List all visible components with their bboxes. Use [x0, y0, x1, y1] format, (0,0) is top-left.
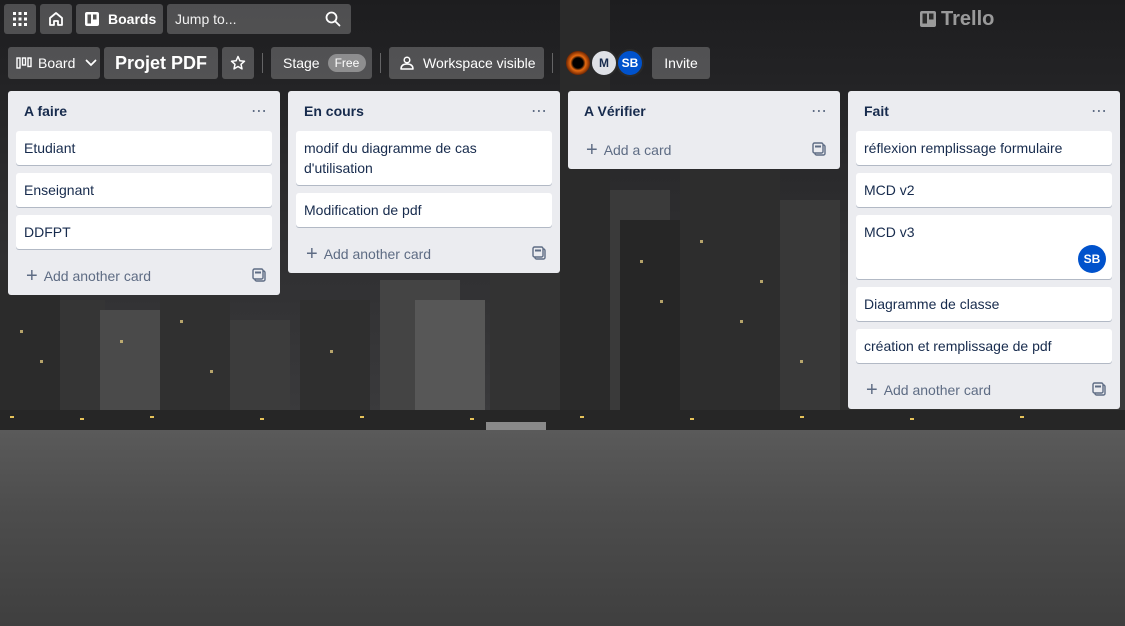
list-title[interactable]: A faire	[24, 103, 67, 119]
workspace-visibility-button[interactable]: Workspace visible	[389, 47, 544, 79]
grid-icon	[13, 12, 27, 26]
free-badge: Free	[327, 54, 367, 72]
board-view-icon	[16, 57, 32, 69]
card[interactable]: Modification de pdf	[296, 193, 552, 227]
star-board-button[interactable]	[222, 47, 254, 79]
add-card-button[interactable]: + Add another card	[8, 257, 280, 295]
trello-logo[interactable]: Trello	[920, 8, 994, 30]
board-view-label: Board	[38, 55, 76, 71]
member-avatar-m[interactable]: M	[590, 49, 618, 77]
plus-icon: +	[26, 265, 38, 287]
card-template-icon[interactable]	[532, 246, 546, 260]
list-header[interactable]: A Vérifier ⋯	[568, 91, 840, 131]
stage-label: Stage	[283, 55, 320, 71]
more-options-icon[interactable]: ⋯	[1091, 101, 1108, 121]
header-divider	[552, 53, 553, 73]
people-icon	[400, 56, 414, 70]
boards-button[interactable]: Boards	[76, 4, 163, 34]
list-header[interactable]: En cours ⋯	[288, 91, 560, 131]
member-avatar-sb[interactable]: SB	[616, 49, 644, 77]
more-options-icon[interactable]: ⋯	[531, 101, 548, 121]
visibility-label: Workspace visible	[423, 55, 536, 71]
add-card-label: Add another card	[883, 382, 992, 398]
list-fait: Fait ⋯ réflexion remplissage formulaire …	[848, 91, 1120, 409]
list-title[interactable]: Fait	[864, 103, 889, 119]
card[interactable]: Etudiant	[16, 131, 272, 165]
board-view-switcher[interactable]: Board	[8, 47, 100, 79]
home-button[interactable]	[40, 4, 72, 34]
search-input[interactable]	[175, 11, 315, 27]
background-water	[0, 430, 1125, 626]
boards-label: Boards	[108, 11, 157, 27]
chevron-down-icon	[85, 59, 97, 67]
trello-logo-icon	[920, 11, 936, 27]
plus-icon: +	[866, 379, 878, 401]
card-title: MCD v3	[864, 224, 915, 240]
list-en-cours: En cours ⋯ modif du diagramme de cas d'u…	[288, 91, 560, 273]
card[interactable]: Enseignant	[16, 173, 272, 207]
more-options-icon[interactable]: ⋯	[251, 101, 268, 121]
add-card-button[interactable]: + Add a card	[568, 131, 840, 169]
list-a-verifier: A Vérifier ⋯ + Add a card	[568, 91, 840, 169]
card[interactable]: Diagramme de classe	[856, 287, 1112, 321]
search-icon[interactable]	[325, 11, 341, 27]
card-template-icon[interactable]	[252, 268, 266, 282]
list-title[interactable]: En cours	[304, 103, 364, 119]
header-divider	[262, 53, 263, 73]
board-icon	[85, 12, 99, 26]
search-box[interactable]	[167, 4, 351, 34]
card[interactable]: MCD v3 SB	[856, 215, 1112, 279]
header-divider	[380, 53, 381, 73]
add-card-label: Add another card	[43, 268, 152, 284]
apps-switcher-button[interactable]	[4, 4, 36, 34]
star-icon	[230, 55, 246, 70]
member-avatar-photo[interactable]	[564, 49, 592, 77]
card-template-icon[interactable]	[1092, 382, 1106, 396]
invite-button[interactable]: Invite	[652, 47, 710, 79]
card-template-icon[interactable]	[812, 142, 826, 156]
more-options-icon[interactable]: ⋯	[811, 101, 828, 121]
card[interactable]: création et remplissage de pdf	[856, 329, 1112, 363]
brand-name: Trello	[941, 7, 995, 30]
plus-icon: +	[306, 243, 318, 265]
add-card-button[interactable]: + Add another card	[848, 371, 1120, 409]
card-member-avatar[interactable]: SB	[1078, 245, 1106, 273]
plus-icon: +	[586, 139, 598, 161]
card[interactable]: modif du diagramme de cas d'utilisation	[296, 131, 552, 185]
list-header[interactable]: Fait ⋯	[848, 91, 1120, 131]
list-title[interactable]: A Vérifier	[584, 103, 646, 119]
add-card-button[interactable]: + Add another card	[288, 235, 560, 273]
card[interactable]: MCD v2	[856, 173, 1112, 207]
top-navigation-bar: Boards Trello	[0, 0, 1125, 38]
stage-button[interactable]: Stage Free	[271, 47, 372, 79]
home-icon	[49, 12, 63, 26]
list-a-faire: A faire ⋯ Etudiant Enseignant DDFPT + Ad…	[8, 91, 280, 295]
card[interactable]: DDFPT	[16, 215, 272, 249]
list-header[interactable]: A faire ⋯	[8, 91, 280, 131]
board-title[interactable]: Projet PDF	[104, 47, 218, 79]
card[interactable]: réflexion remplissage formulaire	[856, 131, 1112, 165]
add-card-label: Add a card	[603, 142, 672, 158]
add-card-label: Add another card	[323, 246, 432, 262]
